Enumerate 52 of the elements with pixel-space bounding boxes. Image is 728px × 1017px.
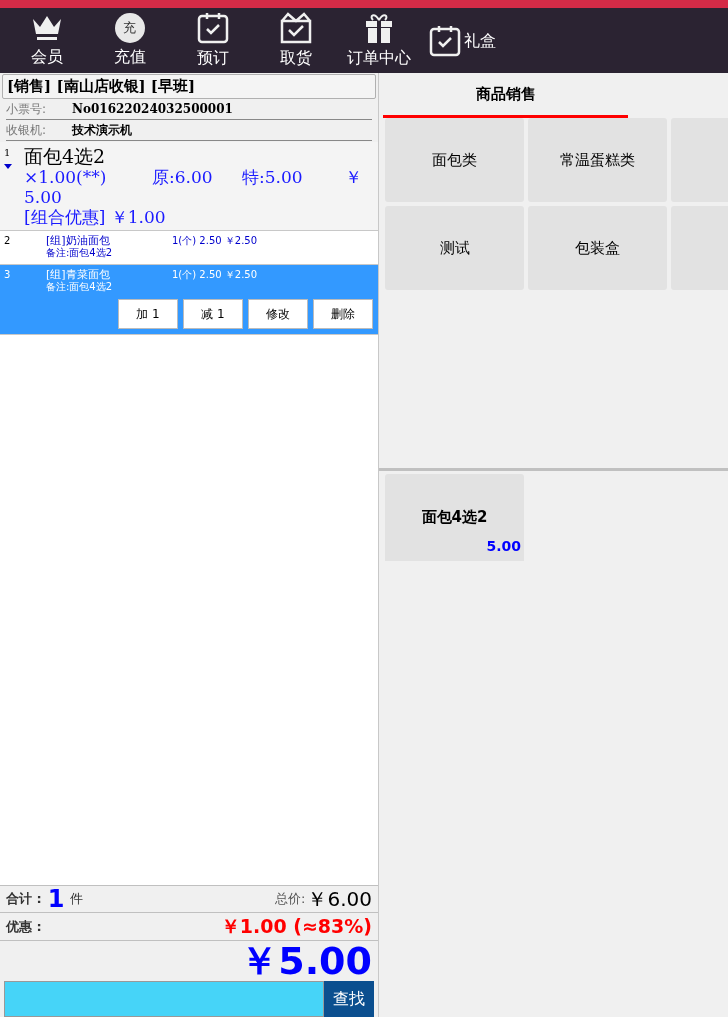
category-button[interactable]: 测试 [385, 206, 524, 290]
line-action-button[interactable]: 减 1 [183, 299, 243, 329]
item-discount: [组合优惠] ￥1.00 [24, 207, 167, 227]
nav-button[interactable]: 取货 [257, 10, 334, 71]
line-number: 2 [4, 235, 12, 248]
item-detail: 1(个) 2.50 ￥2.50 [172, 235, 258, 248]
category-button[interactable]: 面包类 [385, 118, 524, 202]
nav-button[interactable]: 礼盒 [423, 10, 502, 71]
item-name: [组]奶油面包 [46, 235, 111, 247]
item-name: 面包4选2 [24, 145, 107, 167]
category-button[interactable]: 包装盒 [528, 206, 667, 290]
search-button[interactable]: 查找 [324, 981, 374, 1017]
item-detail: 1(个) 2.50 ￥2.50 [172, 269, 258, 282]
line-number: 1 [4, 146, 11, 160]
count-label: 合计 : [6, 890, 42, 909]
item-amount: 5.00 [24, 187, 63, 207]
discount-amount: ￥1.00 (≈83%) [220, 914, 372, 940]
item-special-price: 特:5.00 [242, 167, 304, 187]
count-unit: 件 [70, 890, 84, 909]
gift-icon [363, 11, 394, 44]
nav-button[interactable]: 充 充值 [91, 10, 168, 71]
product-tile[interactable]: 面包4选2 5.00 [385, 474, 524, 561]
coin-icon: 充 [114, 12, 145, 43]
field-value: No01622024032500001 [72, 101, 233, 118]
total-label: 总价: [275, 890, 306, 909]
item-note: 备注:面包4选2 [46, 247, 114, 259]
category-button[interactable]: 常温蛋糕类 [528, 118, 667, 202]
field-value: 技术演示机 [72, 122, 132, 139]
nav-button[interactable]: 预订 [174, 10, 251, 71]
expand-arrow-icon[interactable] [4, 164, 12, 169]
nav-button[interactable]: 会员 [8, 10, 85, 71]
field-label: 收银机: [6, 122, 48, 139]
line-action-button[interactable]: 加 1 [118, 299, 178, 329]
search-field[interactable] [4, 981, 324, 1017]
item-quantity: ×1.00(**) [24, 167, 108, 187]
line-action-button[interactable]: 修改 [248, 299, 308, 329]
item-count: 1 [47, 887, 65, 911]
calendar-check-icon [196, 11, 229, 44]
payable-amount: ￥5.00 [240, 941, 372, 981]
total-price: ￥6.00 [307, 886, 372, 913]
nav-button[interactable]: 订单中心 [340, 10, 417, 71]
calendar-check-icon [429, 24, 461, 57]
discount-label: 优惠 : [6, 917, 42, 936]
line-action-button[interactable]: 删除 [313, 299, 373, 329]
line-number: 3 [4, 269, 12, 282]
item-original-price: 原:6.00 [152, 167, 214, 187]
item-amount: ￥ [345, 167, 362, 187]
box-check-icon [278, 11, 313, 44]
order-header: [销售] [南山店收银] [早班] [2, 74, 376, 99]
field-label: 小票号: [6, 101, 48, 118]
item-name: [组]青菜面包 [46, 269, 111, 281]
item-note: 备注:面包4选2 [46, 281, 114, 293]
